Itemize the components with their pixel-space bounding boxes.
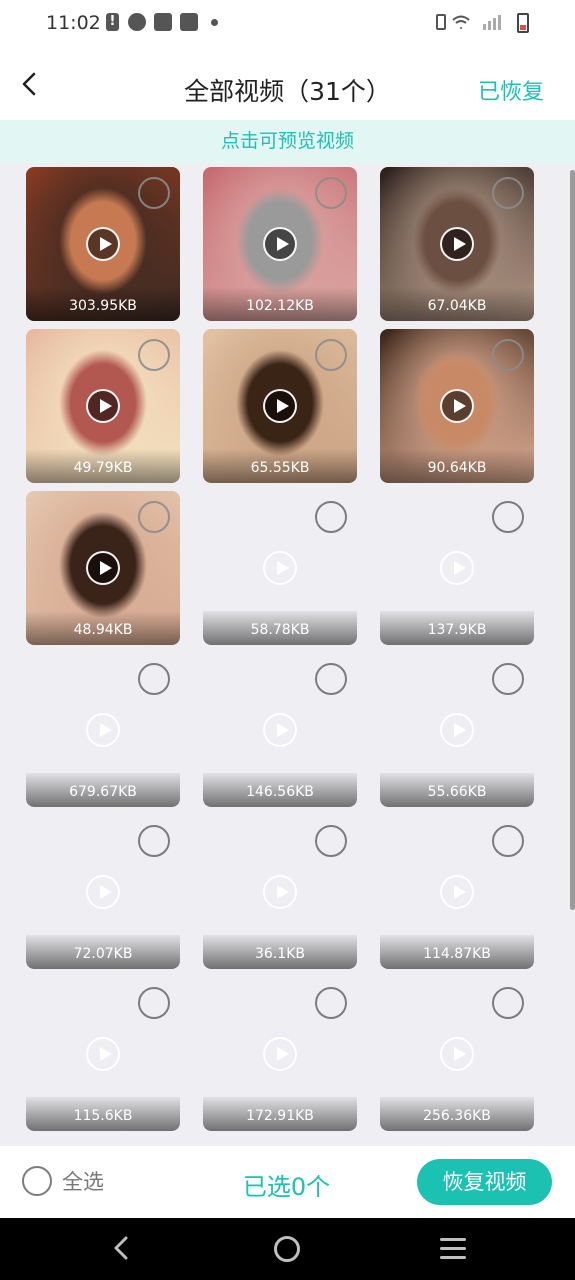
play-icon[interactable] [86, 551, 120, 585]
nav-home-icon[interactable] [274, 1236, 300, 1262]
video-tile[interactable]: 55.66KB [380, 653, 534, 807]
restore-videos-button[interactable]: 恢复视频 [417, 1159, 552, 1205]
play-icon[interactable] [263, 875, 297, 909]
video-tile[interactable]: 114.87KB [380, 815, 534, 969]
play-icon[interactable] [86, 227, 120, 261]
video-grid: 303.95KB 102.12KB 67.04KB 49.79KB 65.55KB 90.… [0, 163, 575, 1146]
shopping-bag-icon [154, 13, 172, 31]
circle-checkbox-icon[interactable] [315, 825, 347, 857]
nav-recents-icon[interactable] [440, 1238, 466, 1260]
vibrate-wifi-signal-icon [436, 14, 501, 30]
play-icon[interactable] [440, 875, 474, 909]
video-tile[interactable]: 137.9KB [380, 491, 534, 645]
video-tile[interactable]: 48.94KB [26, 491, 180, 645]
video-size: 36.1KB [255, 946, 305, 962]
video-size: 146.56KB [246, 784, 314, 800]
battery-icon [517, 13, 529, 33]
app-notification-icon [128, 13, 146, 31]
video-size: 67.04KB [427, 298, 487, 314]
signal-wifi-icons [435, 12, 505, 36]
play-icon[interactable] [440, 389, 474, 423]
circle-checkbox-icon[interactable] [492, 987, 524, 1019]
play-icon[interactable] [440, 1037, 474, 1071]
circle-checkbox-icon[interactable] [138, 501, 170, 533]
circle-checkbox-icon[interactable] [138, 825, 170, 857]
video-tile[interactable]: 256.36KB [380, 977, 534, 1131]
header: 全部视频（31个） 已恢复 [0, 48, 575, 120]
video-tile[interactable]: 72.07KB [26, 815, 180, 969]
video-tile[interactable]: 49.79KB [26, 329, 180, 483]
video-size: 303.95KB [69, 298, 137, 314]
status-bar: 11:02 ! [0, 0, 575, 48]
circle-checkbox-icon[interactable] [492, 825, 524, 857]
system-nav-bar [0, 1218, 575, 1280]
circle-checkbox-icon[interactable] [492, 177, 524, 209]
video-tile[interactable]: 102.12KB [203, 167, 357, 321]
preview-tip: 点击可预览视频 [0, 120, 575, 163]
video-tile[interactable]: 58.78KB [203, 491, 357, 645]
play-icon[interactable] [86, 875, 120, 909]
alert-icon: ! [106, 13, 119, 31]
circle-checkbox-icon[interactable] [138, 663, 170, 695]
circle-checkbox-icon[interactable] [492, 339, 524, 371]
video-tile[interactable]: 172.91KB [203, 977, 357, 1131]
bottom-action-bar: 全选 已选0个 恢复视频 [0, 1146, 575, 1218]
video-size: 90.64KB [427, 460, 487, 476]
play-icon[interactable] [440, 551, 474, 585]
scrollbar[interactable] [570, 170, 575, 910]
circle-checkbox-icon[interactable] [315, 177, 347, 209]
video-tile[interactable]: 146.56KB [203, 653, 357, 807]
video-tile[interactable]: 65.55KB [203, 329, 357, 483]
play-icon[interactable] [263, 713, 297, 747]
video-tile[interactable]: 67.04KB [380, 167, 534, 321]
video-tile[interactable]: 679.67KB [26, 653, 180, 807]
video-size: 172.91KB [246, 1108, 314, 1124]
more-notifications-dot-icon [211, 19, 218, 26]
video-tile[interactable]: 90.64KB [380, 329, 534, 483]
video-size: 256.36KB [423, 1108, 491, 1124]
play-icon[interactable] [263, 389, 297, 423]
nav-back-icon[interactable] [108, 1234, 136, 1262]
play-icon[interactable] [263, 1037, 297, 1071]
circle-checkbox-icon[interactable] [492, 501, 524, 533]
play-icon[interactable] [440, 227, 474, 261]
play-icon[interactable] [86, 713, 120, 747]
video-size: 679.67KB [69, 784, 137, 800]
video-size: 114.87KB [423, 946, 491, 962]
video-tile[interactable]: 303.95KB [26, 167, 180, 321]
video-size: 49.79KB [73, 460, 133, 476]
video-size: 58.78KB [250, 622, 310, 638]
video-size: 72.07KB [73, 946, 133, 962]
video-tile[interactable]: 115.6KB [26, 977, 180, 1131]
play-icon[interactable] [263, 227, 297, 261]
play-icon[interactable] [86, 389, 120, 423]
circle-checkbox-icon[interactable] [315, 501, 347, 533]
status-time: 11:02 [46, 12, 101, 34]
play-icon[interactable] [86, 1037, 120, 1071]
recovered-link[interactable]: 已恢复 [478, 74, 544, 106]
circle-checkbox-icon[interactable] [315, 987, 347, 1019]
video-size: 65.55KB [250, 460, 310, 476]
video-size: 115.6KB [73, 1108, 133, 1124]
circle-checkbox-icon[interactable] [138, 339, 170, 371]
circle-checkbox-icon[interactable] [315, 339, 347, 371]
circle-checkbox-icon[interactable] [492, 663, 524, 695]
video-size: 48.94KB [73, 622, 133, 638]
circle-checkbox-icon[interactable] [315, 663, 347, 695]
video-size: 137.9KB [427, 622, 487, 638]
shopping-bag-icon [180, 13, 198, 31]
video-tile[interactable]: 36.1KB [203, 815, 357, 969]
video-size: 102.12KB [246, 298, 314, 314]
play-icon[interactable] [440, 713, 474, 747]
circle-checkbox-icon[interactable] [138, 987, 170, 1019]
play-icon[interactable] [263, 551, 297, 585]
circle-checkbox-icon[interactable] [138, 177, 170, 209]
video-size: 55.66KB [427, 784, 487, 800]
